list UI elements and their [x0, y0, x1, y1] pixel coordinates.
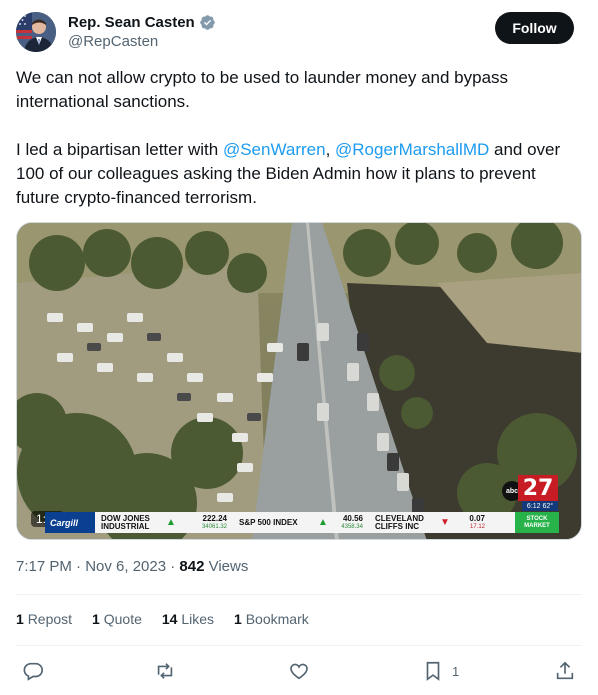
stat-count: 1 [92, 611, 100, 627]
stat-count: 14 [161, 611, 178, 627]
channel-number: 27 [518, 475, 558, 501]
bookmark-icon [426, 661, 440, 681]
ticker-change: 222.24 [202, 513, 227, 523]
author-display-name[interactable]: Rep. Sean Casten [68, 14, 195, 31]
author-name-row: Rep. Sean Casten [68, 12, 216, 32]
repost-button[interactable] [154, 660, 176, 682]
bookmark-count: 1 [452, 663, 460, 679]
ticker-name: CLEVELAND CLIFFS INC [375, 513, 424, 531]
author-handle[interactable]: @RepCasten [68, 33, 158, 50]
verified-badge-icon [199, 14, 215, 30]
like-button[interactable] [288, 660, 310, 682]
author-avatar[interactable] [16, 12, 56, 52]
ticker-name: S&P 500 INDEX [239, 517, 298, 527]
up-arrow-icon: ▲ [166, 517, 176, 528]
quotes-stat[interactable]: 1 Quote [92, 611, 142, 627]
tweet-text-part: , [325, 140, 336, 159]
ticker-change: 0.07 [469, 513, 485, 523]
ticker-price: 17.12 [469, 523, 485, 530]
ticker-name: DOW JONES INDUSTRIAL [101, 513, 150, 531]
views-count: 842 [179, 558, 205, 575]
video-player[interactable]: 1:00 abc 27 6:12 62° Cargill DOW JONES I… [16, 222, 582, 540]
engagement-stats: 1 Repost 1 Quote 14 Likes 1 Bookmark [16, 611, 309, 627]
ticker-value: 222.24 34061.32 [177, 514, 233, 532]
tweet-header: Rep. Sean Casten @RepCasten Follow [16, 12, 582, 56]
up-arrow-icon: ▲ [318, 517, 328, 528]
share-button[interactable] [554, 660, 576, 682]
divider [16, 645, 582, 646]
ticker-price: 34061.32 [201, 523, 227, 530]
stat-label: Repost [27, 611, 73, 627]
stat-count: 1 [16, 611, 24, 627]
mention-link[interactable]: @RogerMarshallMD [335, 140, 489, 159]
stat-label: Likes [181, 611, 215, 627]
reposts-stat[interactable]: 1 Repost [16, 611, 72, 627]
stat-count: 1 [234, 611, 242, 627]
reply-button[interactable] [22, 660, 44, 682]
stat-label: Quote [103, 611, 142, 627]
heart-icon [290, 663, 308, 680]
views-label: Views [204, 558, 249, 575]
video-thumbnail [17, 223, 581, 539]
bookmarks-stat[interactable]: 1 Bookmark [234, 611, 309, 627]
tweet-text: We can not allow crypto to be used to la… [16, 66, 582, 210]
ticker-value: 0.07 17.12 [451, 514, 491, 532]
divider [16, 594, 582, 595]
tweet-timestamp: 7:17 PM · Nov 6, 2023 · 842 Views [16, 558, 248, 575]
mention-link[interactable]: @SenWarren [223, 140, 326, 159]
stock-market-badge: STOCK MARKET [515, 512, 559, 533]
ticker-price: 4358.34 [341, 523, 363, 530]
stock-ticker: Cargill DOW JONES INDUSTRIAL ▲ 222.24 34… [45, 512, 559, 533]
ticker-sponsor: Cargill [45, 512, 95, 533]
station-clock: 6:12 62° [522, 501, 558, 511]
likes-stat[interactable]: 14 Likes [162, 611, 214, 627]
down-arrow-icon: ▼ [440, 517, 450, 528]
tv-station-logo: abc 27 6:12 62° [502, 473, 558, 511]
ticker-change: 40.56 [342, 513, 363, 523]
ticker-value: 40.56 4358.34 [329, 514, 369, 532]
bookmark-button[interactable]: 1 [422, 660, 459, 682]
stat-label: Bookmark [245, 611, 309, 627]
time-date[interactable]: 7:17 PM · Nov 6, 2023 · [16, 558, 179, 575]
repost-icon [157, 663, 173, 679]
action-bar: 1 [16, 656, 582, 686]
share-icon [556, 661, 574, 680]
follow-button[interactable]: Follow [495, 12, 574, 44]
reply-icon [23, 662, 43, 681]
